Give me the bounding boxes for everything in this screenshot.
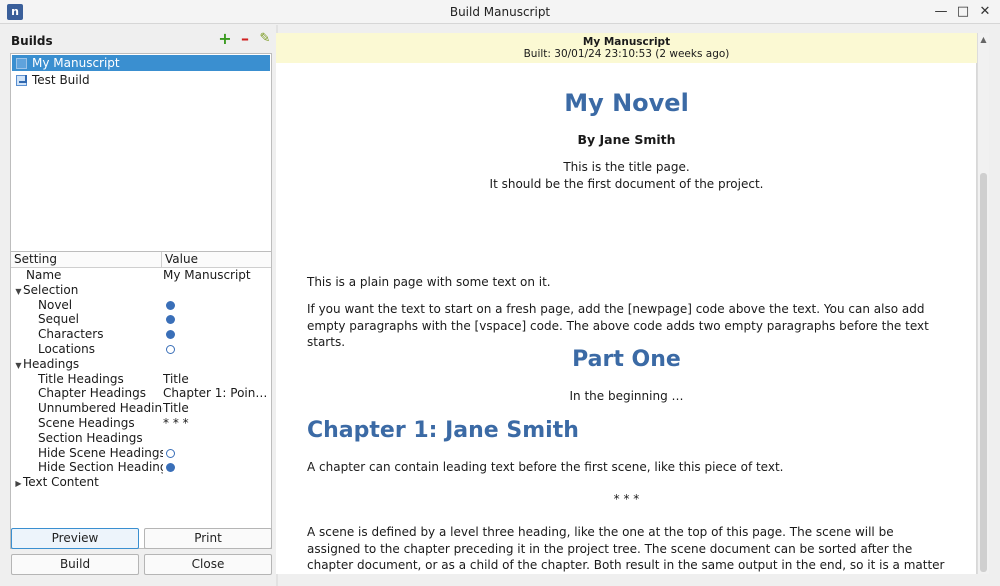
preview-banner: My Manuscript Built: 30/01/24 23:10:53 (… <box>276 33 977 63</box>
builds-header: Builds <box>11 34 53 48</box>
window-title: Build Manuscript <box>449 5 551 19</box>
setting-value <box>163 431 271 446</box>
setting-label: Hide Section Headings <box>38 460 163 475</box>
column-header-setting[interactable]: Setting <box>11 252 162 267</box>
setting-label: Locations <box>38 341 96 356</box>
setting-label: Unnumbered Headings <box>38 401 163 416</box>
scene-paragraph: A scene is defined by a level three head… <box>307 525 945 572</box>
preview-button[interactable]: Preview <box>11 528 139 549</box>
banner-build-time: Built: 30/01/24 23:10:53 (2 weeks ago) <box>523 48 730 60</box>
setting-label: Sequel <box>38 312 79 327</box>
setting-value: Chapter 1: Point o... <box>163 386 271 401</box>
setting-row-unnumbered-headings[interactable]: Unnumbered Headings Title <box>11 401 271 416</box>
expand-arrow-icon[interactable]: ▼ <box>14 359 23 372</box>
print-button[interactable]: Print <box>144 528 272 549</box>
setting-label: Selection <box>23 282 79 297</box>
setting-row-locations[interactable]: Locations <box>11 342 271 357</box>
plain-page-text: This is a plain page with some text on i… <box>307 275 551 289</box>
scene-separator: * * * <box>613 492 640 506</box>
title-bar: n Build Manuscript — □ ✕ <box>0 0 1000 24</box>
maximize-icon[interactable]: □ <box>954 3 972 21</box>
title-page-line-1: This is the title page. <box>563 160 690 174</box>
setting-value: Title <box>163 371 189 386</box>
document-author: By Jane Smith <box>577 132 676 147</box>
build-item-test-build[interactable]: Test Build <box>12 72 270 88</box>
setting-group-text-content[interactable]: ▶Text Content <box>11 475 271 490</box>
setting-label: Title Headings <box>38 371 124 386</box>
setting-row-sequel[interactable]: Sequel <box>11 312 271 327</box>
build-item-label: My Manuscript <box>32 56 120 70</box>
setting-row-novel[interactable]: Novel <box>11 298 271 313</box>
column-header-value[interactable]: Value <box>162 252 271 267</box>
expand-arrow-icon[interactable]: ▼ <box>14 285 23 298</box>
window-controls: — □ ✕ <box>932 3 994 21</box>
preview-document[interactable]: My Novel By Jane Smith This is the title… <box>276 63 977 574</box>
setting-row-section-headings[interactable]: Section Headings <box>11 431 271 446</box>
part-text: In the beginning … <box>569 389 684 403</box>
setting-row-chapter-headings[interactable]: Chapter Headings Chapter 1: Point o... <box>11 386 271 401</box>
build-item-label: Test Build <box>32 73 90 87</box>
setting-label: Hide Scene Headings <box>38 445 163 460</box>
title-page-line-2: It should be the first document of the p… <box>489 177 764 191</box>
add-build-icon[interactable]: + <box>218 31 232 47</box>
setting-label: Characters <box>38 327 104 342</box>
setting-group-selection[interactable]: ▼Selection <box>11 283 271 298</box>
enabled-dot-icon[interactable] <box>166 463 175 473</box>
setting-value: Title <box>163 401 189 416</box>
preview-scrollbar[interactable]: ▲ <box>977 33 989 574</box>
setting-label: Section Headings <box>38 430 143 445</box>
enabled-dot-icon[interactable] <box>166 300 175 310</box>
setting-label: Name <box>26 268 62 282</box>
builds-toolbar: + – ✎ <box>218 31 272 47</box>
build-export-icon <box>16 74 27 86</box>
newpage-paragraph: If you want the text to start on a fresh… <box>307 302 929 349</box>
part-heading: Part One <box>572 347 681 372</box>
chapter-text: A chapter can contain leading text befor… <box>307 460 784 474</box>
build-button[interactable]: Build <box>11 554 139 575</box>
build-list: My Manuscript Test Build <box>10 53 272 272</box>
close-icon[interactable]: ✕ <box>976 3 994 21</box>
setting-label: Novel <box>38 297 73 312</box>
setting-label: Chapter Headings <box>38 386 146 401</box>
setting-label: Scene Headings <box>38 415 135 430</box>
build-icon <box>16 57 27 69</box>
disabled-dot-icon[interactable] <box>166 448 175 458</box>
minimize-icon[interactable]: — <box>932 3 950 21</box>
scroll-up-icon[interactable]: ▲ <box>979 35 988 44</box>
scrollbar-thumb[interactable] <box>980 173 987 572</box>
setting-row-characters[interactable]: Characters <box>11 327 271 342</box>
settings-tree: Setting Value Name My Manuscript ▼Select… <box>10 251 272 549</box>
remove-build-icon[interactable]: – <box>238 31 252 47</box>
build-item-my-manuscript[interactable]: My Manuscript <box>12 55 270 71</box>
collapse-arrow-icon[interactable]: ▶ <box>14 477 23 490</box>
setting-group-headings[interactable]: ▼Headings <box>11 357 271 372</box>
window-edge <box>990 25 1000 586</box>
setting-row-hide-section-headings[interactable]: Hide Section Headings <box>11 460 271 475</box>
setting-value: My Manuscript <box>163 268 251 282</box>
banner-title: My Manuscript <box>582 36 671 48</box>
setting-value: * * * <box>163 415 189 430</box>
edit-build-icon[interactable]: ✎ <box>258 31 272 47</box>
setting-label: Text Content <box>23 475 99 490</box>
close-button[interactable]: Close <box>144 554 272 575</box>
disabled-dot-icon[interactable] <box>166 344 175 354</box>
setting-row-scene-headings[interactable]: Scene Headings * * * <box>11 416 271 431</box>
document-title: My Novel <box>564 89 689 117</box>
chapter-heading: Chapter 1: Jane Smith <box>307 418 579 443</box>
enabled-dot-icon[interactable] <box>166 315 175 325</box>
left-panel: Builds + – ✎ My Manuscript Test Build Se… <box>0 25 276 586</box>
settings-header: Setting Value <box>11 252 271 268</box>
setting-row-title-headings[interactable]: Title Headings Title <box>11 372 271 387</box>
enabled-dot-icon[interactable] <box>166 330 175 340</box>
setting-row-hide-scene-headings[interactable]: Hide Scene Headings <box>11 446 271 461</box>
setting-label: Headings <box>23 356 80 371</box>
setting-row-name[interactable]: Name My Manuscript <box>11 268 271 283</box>
